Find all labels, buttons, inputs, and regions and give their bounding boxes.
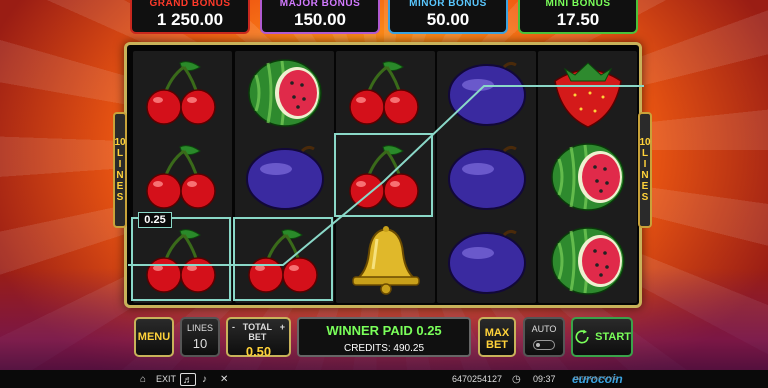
lines-letter: E — [116, 181, 124, 192]
lines-letter: L — [116, 148, 124, 159]
credits-text: CREDITS: 490.25 — [343, 343, 425, 354]
win-display: WINNER PAID 0.25 CREDITS: 490.25 — [297, 317, 471, 357]
watermelon-icon — [550, 143, 625, 211]
lines-letter: S — [641, 192, 649, 203]
lines-indicator-left: 10 L I N E S — [113, 112, 127, 228]
speaker-icon[interactable]: ♪ — [202, 373, 207, 386]
plum-icon — [447, 61, 526, 126]
lines-letter: N — [641, 170, 649, 181]
symbol-strawberry — [538, 51, 637, 135]
clock-time: 09:37 — [533, 374, 556, 384]
refresh-icon — [575, 329, 589, 344]
total-bet-value: 0.50 — [245, 344, 272, 359]
max-bet-label-2: BET — [486, 339, 508, 351]
max-bet-label-1: MAX — [484, 327, 510, 339]
total-bet-title: TOTAL BET — [242, 322, 272, 342]
lines-letter: I — [643, 159, 647, 170]
symbol-watermelon — [538, 219, 637, 303]
jackpot-grand: GRAND BONUS 1 250.00 — [130, 0, 250, 34]
home-icon[interactable]: ⌂ — [140, 373, 146, 386]
winner-paid-text: WINNER PAID 0.25 — [326, 323, 442, 338]
cherries-icon — [145, 145, 216, 209]
symbol-cherries — [336, 51, 435, 135]
cherries-icon — [348, 61, 419, 125]
lines-selector[interactable]: LINES 10 — [180, 317, 220, 357]
jackpot-major-label: MAJOR BONUS — [279, 0, 361, 9]
lines-indicator-right: 10 L I N E S — [638, 112, 652, 228]
jackpot-major: MAJOR BONUS 150.00 — [260, 0, 380, 34]
lines-letter: S — [116, 192, 124, 203]
jackpot-mini-label: MINI BONUS — [545, 0, 611, 9]
symbol-plum — [437, 51, 536, 135]
reel-4 — [437, 51, 536, 303]
symbol-plum — [437, 219, 536, 303]
plum-icon — [447, 145, 526, 210]
ticket-id: 6470254127 — [452, 374, 503, 384]
autoplay-toggle[interactable]: AUTO — [523, 317, 565, 357]
jackpot-mini-value: 17.50 — [556, 10, 600, 29]
watermelon-icon — [247, 59, 322, 127]
jackpot-major-value: 150.00 — [294, 10, 346, 29]
start-label: START — [595, 331, 631, 343]
win-highlight-box — [334, 133, 433, 217]
jackpot-minor: MINOR BONUS 50.00 — [388, 0, 508, 34]
symbol-plum — [235, 135, 334, 219]
plum-icon — [245, 145, 324, 210]
jackpot-minor-label: MINOR BONUS — [409, 0, 487, 9]
lines-letter: E — [641, 181, 649, 192]
cherries-icon — [145, 61, 216, 125]
symbol-watermelon — [235, 51, 334, 135]
watermelon-icon — [550, 227, 625, 295]
symbol-cherries — [133, 51, 232, 135]
symbol-cherries — [133, 135, 232, 219]
bet-increase-button[interactable]: + — [280, 322, 285, 342]
jackpot-minor-value: 50.00 — [426, 10, 470, 29]
auto-label: AUTO — [531, 324, 557, 334]
start-button[interactable]: START — [571, 317, 633, 357]
clock-icon: ◷ — [512, 374, 521, 385]
lines-count: 10 — [114, 137, 126, 148]
exit-link[interactable]: EXIT — [156, 373, 176, 386]
control-panel: MENU LINES 10 - TOTAL BET + 0.50 WINNER … — [0, 312, 768, 370]
symbol-bell — [336, 219, 435, 303]
jackpot-mini: MINI BONUS 17.50 — [518, 0, 638, 34]
reel-5 — [538, 51, 637, 303]
lines-title: LINES — [186, 323, 213, 333]
win-highlight-box — [131, 217, 231, 301]
menu-button-label: MENU — [137, 331, 171, 343]
symbol-plum — [437, 135, 536, 219]
bell-icon — [351, 226, 420, 295]
symbol-watermelon — [538, 135, 637, 219]
line-win-amount: 0.25 — [138, 212, 172, 228]
lines-letter: I — [118, 159, 122, 170]
strawberry-icon — [553, 62, 622, 128]
lines-value: 10 — [192, 336, 208, 351]
lines-count: 10 — [639, 137, 651, 148]
toggle-switch-icon — [533, 340, 555, 350]
jackpot-grand-value: 1 250.00 — [156, 10, 224, 29]
total-bet-control: - TOTAL BET + 0.50 — [226, 317, 291, 359]
status-bar: ⌂ EXIT ♬ ♪ ✕ 6470254127 ◷ 09:37 eurocoin… — [0, 370, 768, 388]
speaker-icon[interactable]: ♬ — [180, 373, 196, 386]
max-bet-button[interactable]: MAX BET — [478, 317, 516, 357]
plum-icon — [447, 229, 526, 294]
jackpot-grand-label: GRAND BONUS — [149, 0, 231, 9]
lines-letter: L — [641, 148, 649, 159]
lines-letter: N — [116, 170, 124, 181]
mute-icon[interactable]: ✕ — [220, 373, 228, 386]
brand-subtitle: INTERACTIVE — [574, 376, 619, 382]
win-highlight-box — [233, 217, 333, 301]
menu-button[interactable]: MENU — [134, 317, 174, 357]
